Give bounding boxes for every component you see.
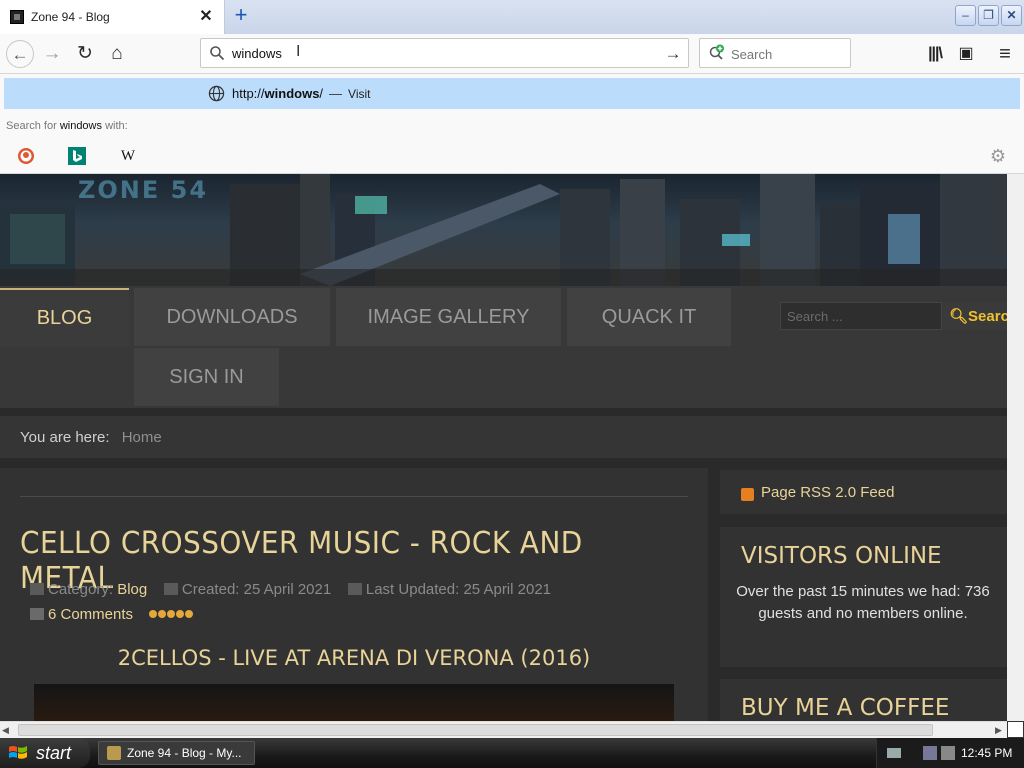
rss-icon	[741, 488, 754, 501]
gear-icon[interactable]: ⚙	[988, 146, 1008, 166]
scroll-right-arrow-icon[interactable]: ▶	[995, 725, 1002, 736]
navigation-toolbar: ← → ↻ ⌂ I → |||\ ▣ ≡	[0, 34, 1024, 74]
suggestion-url: http://windows/	[232, 86, 324, 101]
suggestion-action: Visit	[348, 86, 371, 101]
vertical-scrollbar[interactable]	[1007, 174, 1024, 721]
updated-date: Last Updated: 25 April 2021	[365, 581, 552, 598]
reload-button[interactable]: ↻	[71, 40, 99, 68]
go-arrow-icon[interactable]: →	[662, 43, 684, 65]
article-subtitle: 2CELLOS - LIVE AT ARENA DI VERONA (2016)	[117, 646, 591, 670]
article: CELLO CROSSOVER MUSIC - ROCK AND METAL C…	[0, 468, 708, 721]
divider	[20, 496, 688, 497]
windows-taskbar: start Zone 94 - Blog - My... 12:45 PM	[0, 738, 1024, 768]
forward-button[interactable]: →	[38, 40, 66, 68]
restore-button[interactable]: ❐	[978, 5, 999, 26]
menu-item-downloads[interactable]: DOWNLOADS	[134, 288, 330, 346]
calendar-edit-icon	[347, 583, 362, 595]
folder-icon	[30, 583, 44, 595]
address-input[interactable]	[232, 46, 632, 61]
menu-item-blog[interactable]: BLOG	[0, 288, 129, 346]
globe-icon	[208, 85, 225, 102]
search-for-label: Search for windows with:	[6, 120, 128, 132]
site-favicon-icon	[10, 10, 24, 24]
duckduckgo-icon[interactable]	[16, 146, 36, 166]
suggestion-separator: —	[329, 86, 343, 101]
scroll-left-arrow-icon[interactable]: ◀	[2, 725, 9, 736]
rating-stars[interactable]	[149, 605, 194, 622]
address-bar[interactable]: I →	[200, 38, 689, 68]
taskbar-window-label: Zone 94 - Blog - My...	[127, 746, 242, 760]
comment-icon	[30, 608, 44, 620]
firefox-icon	[107, 746, 121, 760]
search-icon	[210, 46, 225, 61]
library-icon[interactable]: |||\	[922, 41, 948, 67]
taskbar-window-button[interactable]: Zone 94 - Blog - My...	[98, 741, 255, 765]
calendar-icon	[163, 583, 178, 595]
coffee-title: BUY ME A COFFEE	[741, 695, 950, 721]
close-tab-icon[interactable]: ✕	[196, 7, 216, 27]
search-input[interactable]	[731, 47, 841, 62]
breadcrumb-home-link[interactable]: Home	[122, 429, 162, 446]
text-cursor-icon: I	[296, 43, 301, 60]
scroll-corner	[1007, 721, 1024, 738]
close-window-button[interactable]: ✕	[1001, 5, 1022, 26]
clock[interactable]: 12:45 PM	[961, 746, 1012, 760]
search-bar[interactable]	[699, 38, 851, 68]
system-tray: 12:45 PM	[876, 738, 1024, 768]
site-banner: ZONE 54	[0, 174, 1007, 286]
wikipedia-icon[interactable]: W	[118, 146, 138, 166]
article-meta: Category: Blog Created: 25 April 2021 La…	[30, 581, 551, 598]
tab-title: Zone 94 - Blog	[31, 10, 110, 24]
rss-feed-box: Page RSS 2.0 Feed	[720, 470, 1007, 514]
search-engine-icon[interactable]	[708, 44, 726, 62]
buy-coffee-box: BUY ME A COFFEE	[720, 679, 1007, 721]
hamburger-menu-icon[interactable]: ≡	[992, 41, 1018, 67]
site-search-button[interactable]: 🔍︎Search	[943, 302, 1007, 330]
web-page: ZONE 54 BLOG DOWNLOADS IMAGE GALLERY QUA…	[0, 174, 1007, 721]
horizontal-scrollbar[interactable]: ◀ ▶	[0, 721, 1007, 738]
visitors-title: VISITORS ONLINE	[741, 543, 942, 569]
scrollbar-thumb[interactable]	[18, 724, 933, 736]
menu-item-quack-it[interactable]: QUACK IT	[567, 288, 731, 346]
back-button[interactable]: ←	[6, 40, 34, 68]
windows-logo-icon	[9, 746, 27, 759]
start-button[interactable]: start	[0, 738, 90, 768]
magnifier-icon: 🔍︎	[949, 308, 969, 325]
new-tab-button[interactable]: +	[229, 4, 253, 28]
browser-tab[interactable]: Zone 94 - Blog ✕	[0, 0, 225, 34]
start-label: start	[36, 742, 72, 763]
rss-feed-link[interactable]: Page RSS 2.0 Feed	[761, 484, 894, 501]
sidebar-toggle-icon[interactable]: ▣	[953, 41, 979, 67]
minimize-button[interactable]: –	[955, 5, 976, 26]
category-link[interactable]: Blog	[117, 581, 147, 598]
tab-strip: Zone 94 - Blog ✕ + – ❐ ✕	[0, 0, 1024, 34]
breadcrumb-label: You are here:	[20, 429, 110, 446]
home-button[interactable]: ⌂	[103, 40, 131, 68]
menu-item-sign-in[interactable]: SIGN IN	[134, 348, 279, 406]
visit-suggestion-row[interactable]: http://windows/ — Visit	[4, 78, 1020, 109]
network-icon[interactable]	[923, 746, 937, 760]
volume-icon[interactable]	[941, 746, 955, 760]
comments-link[interactable]: 6 Comments	[30, 605, 194, 623]
site-search-input[interactable]: Search ...	[780, 302, 942, 330]
created-date: Created: 25 April 2021	[181, 581, 332, 598]
video-embed[interactable]	[34, 684, 674, 721]
url-autocomplete-popup: http://windows/ — Visit Search for windo…	[0, 74, 1024, 174]
bing-icon[interactable]	[67, 146, 87, 166]
visitors-text: Over the past 15 minutes we had: 736 gue…	[736, 583, 990, 622]
site-logo[interactable]: ZONE 54	[78, 176, 208, 204]
visitors-online-box: VISITORS ONLINE Over the past 15 minutes…	[720, 527, 1007, 667]
breadcrumb: You are here: Home	[0, 416, 1007, 458]
menu-item-image-gallery[interactable]: IMAGE GALLERY	[336, 288, 561, 346]
keyboard-icon[interactable]	[887, 748, 901, 758]
